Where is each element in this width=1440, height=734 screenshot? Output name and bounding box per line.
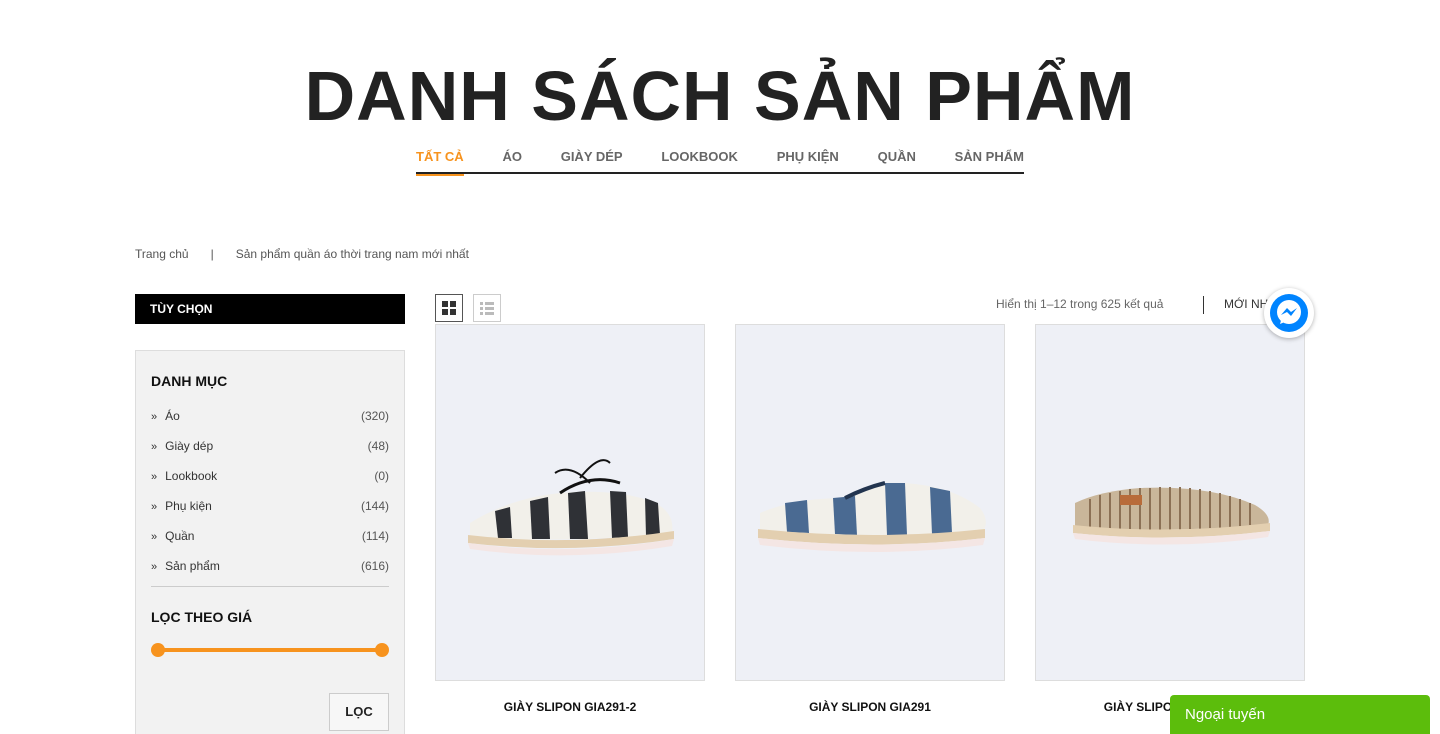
category-item-san-pham[interactable]: » Sản phẩm (616)	[151, 556, 389, 586]
double-chevron-right-icon: »	[151, 561, 158, 573]
price-range-slider[interactable]	[151, 643, 389, 657]
category-name: Áo	[165, 409, 180, 423]
breadcrumb-home-link[interactable]: Trang chủ	[135, 247, 189, 261]
category-count: (144)	[360, 499, 389, 513]
category-count: (114)	[361, 529, 389, 543]
category-item-giay-dep[interactable]: » Giày dép (48)	[151, 436, 389, 466]
live-chat-bar[interactable]: Ngoại tuyến	[1170, 695, 1430, 734]
categories-title: DANH MỤC	[151, 373, 228, 389]
category-item-phu-kien[interactable]: » Phụ kiện (144)	[151, 496, 389, 526]
product-card: GIÀY SLIPON GIA291	[735, 324, 1005, 714]
tab-giay-dep[interactable]: GIÀY DÉP	[561, 148, 623, 174]
shoe-image-lace-up	[468, 458, 674, 555]
category-name: Giày dép	[165, 439, 214, 453]
price-filter-title: LỌC THEO GIÁ	[151, 609, 253, 625]
page-title: DANH SÁCH SẢN PHẨM	[304, 57, 1136, 135]
product-image[interactable]	[1035, 324, 1305, 681]
tab-ao[interactable]: ÁO	[502, 148, 522, 174]
shoe-image-slip-on-brown	[1073, 486, 1270, 545]
sidebar-header: TÙY CHỌN	[135, 294, 405, 324]
filter-button[interactable]: LỌC	[329, 693, 389, 731]
breadcrumb-separator: |	[210, 247, 214, 261]
tab-tat-ca[interactable]: TẤT CẢ	[416, 148, 464, 176]
product-name[interactable]: GIÀY SLIPON GIA291	[735, 700, 1005, 714]
category-tabs: TẤT CẢ ÁO GIÀY DÉP LOOKBOOK PHỤ KIỆN QUẦ…	[416, 148, 1024, 176]
breadcrumb-current: Sản phẩm quần áo thời trang nam mới nhất	[235, 247, 469, 261]
price-slider-min-handle[interactable]	[151, 643, 165, 657]
double-chevron-right-icon: »	[151, 411, 158, 423]
sort-separator	[1203, 296, 1204, 314]
list-view-icon	[480, 302, 494, 315]
grid-view-icon	[442, 301, 456, 315]
list-view-button[interactable]	[473, 294, 501, 322]
result-count: Hiển thị 1–12 trong 625 kết quả	[996, 297, 1164, 311]
category-name: Quần	[165, 529, 195, 543]
sidebar-divider	[151, 586, 389, 587]
product-name[interactable]: GIÀY SLIPON GIA291-2	[435, 700, 705, 714]
category-name: Phụ kiện	[165, 499, 212, 513]
category-item-quan[interactable]: » Quần (114)	[151, 526, 389, 556]
messenger-icon	[1270, 294, 1308, 332]
price-slider-max-handle[interactable]	[375, 643, 389, 657]
category-count: (320)	[360, 409, 389, 423]
price-slider-track	[158, 648, 382, 652]
double-chevron-right-icon: »	[151, 531, 158, 543]
double-chevron-right-icon: »	[151, 501, 158, 513]
category-name: Sản phẩm	[165, 559, 220, 573]
tab-quan[interactable]: QUẦN	[878, 148, 916, 174]
grid-view-button[interactable]	[435, 294, 463, 322]
category-count: (616)	[360, 559, 389, 573]
double-chevron-right-icon: »	[151, 471, 158, 483]
category-item-lookbook[interactable]: » Lookbook (0)	[151, 466, 389, 496]
category-count: (48)	[367, 439, 389, 453]
messenger-button[interactable]	[1264, 288, 1314, 338]
tab-phu-kien[interactable]: PHỤ KIỆN	[777, 148, 839, 174]
category-name: Lookbook	[165, 469, 218, 483]
tab-san-pham[interactable]: SẢN PHẨM	[955, 148, 1024, 174]
product-image[interactable]	[435, 324, 705, 681]
shoe-image-slip-on	[758, 480, 986, 552]
product-image[interactable]	[735, 324, 1005, 681]
breadcrumb: Trang chủ | Sản phẩm quần áo thời trang …	[135, 247, 469, 261]
sidebar-filter-panel: DANH MỤC » Áo (320) » Giày dép (48) » Lookb…	[135, 350, 405, 734]
category-item-ao[interactable]: » Áo (320)	[151, 406, 389, 436]
category-count: (0)	[374, 469, 389, 483]
product-card: GIÀY SLIPON GIA291-1	[1035, 324, 1305, 714]
category-list: » Áo (320) » Giày dép (48) » Lookbook (0) »…	[151, 406, 389, 586]
product-card: GIÀY SLIPON GIA291-2	[435, 324, 705, 714]
double-chevron-right-icon: »	[151, 441, 158, 453]
tab-lookbook[interactable]: LOOKBOOK	[661, 148, 738, 174]
